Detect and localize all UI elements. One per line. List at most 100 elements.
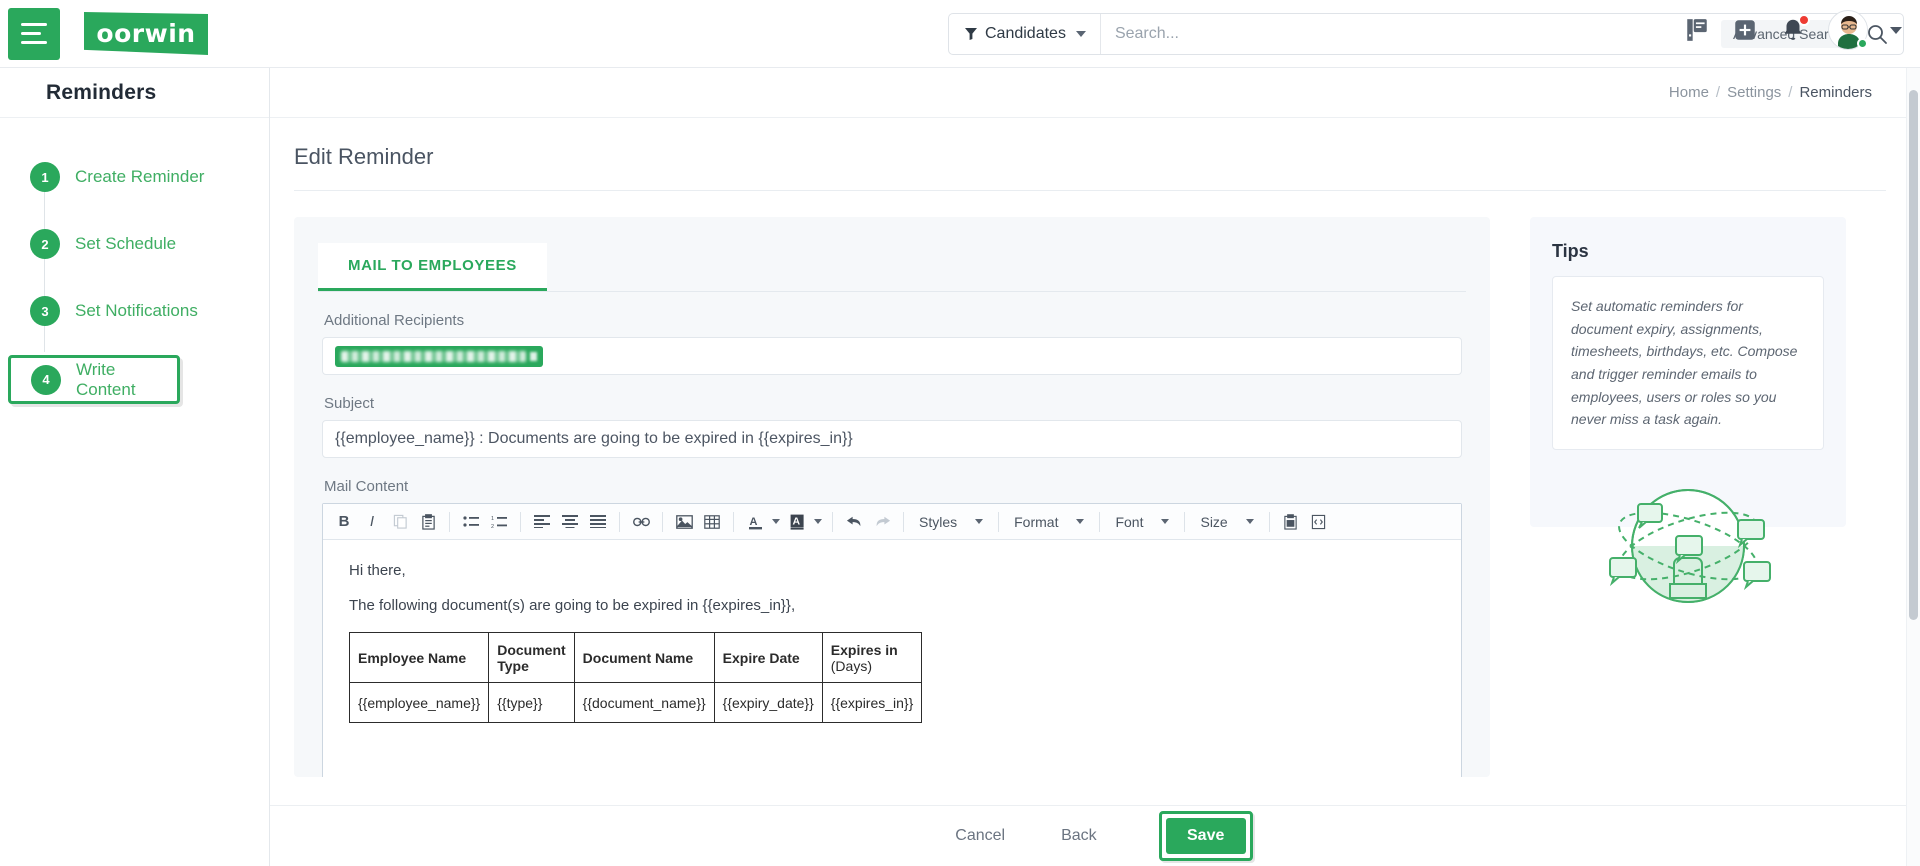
subject-label: Subject	[324, 395, 375, 412]
step-number: 4	[31, 364, 61, 395]
align-center-icon[interactable]	[557, 509, 583, 535]
sidebar-step-set-notifications[interactable]: 3 Set Notifications	[22, 288, 247, 334]
recipient-chip-redacted-text	[341, 350, 526, 362]
toolbar-divider	[832, 511, 833, 532]
oorwin-logo[interactable]: oorwin	[84, 12, 208, 55]
form-footer: Cancel Back Save	[270, 805, 1910, 866]
table-header-row: Employee Name Document Type Document Nam…	[348, 632, 923, 683]
svg-text:2: 2	[491, 524, 494, 529]
save-button-highlight: Save	[1158, 811, 1253, 861]
close-icon[interactable]	[530, 351, 537, 361]
hamburger-menu-icon[interactable]	[8, 7, 60, 60]
bulleted-list-icon[interactable]	[458, 509, 484, 535]
add-icon[interactable]	[1732, 17, 1758, 43]
size-dropdown[interactable]: Size	[1193, 510, 1260, 534]
toolbar-divider	[619, 511, 620, 532]
scrollbar-thumb[interactable]	[1909, 90, 1918, 620]
save-button[interactable]: Save	[1165, 818, 1246, 854]
styles-dropdown[interactable]: Styles	[912, 510, 990, 534]
sidebar-step-create-reminder[interactable]: 1 Create Reminder	[22, 154, 247, 200]
filter-icon	[965, 28, 977, 40]
content-columns: MAIL TO EMPLOYEES Additional Recipients …	[270, 191, 1910, 777]
table-cell: {{expiry_date}}	[713, 682, 823, 723]
sidebar-title: Reminders	[0, 68, 269, 118]
subject-input[interactable]: {{employee_name}} : Documents are going …	[322, 420, 1462, 458]
tips-text: Set automatic reminders for document exp…	[1571, 298, 1798, 428]
tips-box: Set automatic reminders for document exp…	[1552, 276, 1824, 451]
source-code-icon[interactable]	[1306, 509, 1332, 535]
svg-text:A: A	[792, 515, 800, 527]
toolbar-divider	[1268, 511, 1270, 532]
globe-network-illustration	[1552, 476, 1824, 626]
undo-icon[interactable]	[841, 509, 867, 535]
bold-icon[interactable]: B	[331, 509, 357, 535]
chevron-down-icon[interactable]	[770, 509, 782, 535]
search-input[interactable]	[1100, 14, 1721, 54]
link-icon[interactable]	[628, 509, 654, 535]
header-action-icons	[1684, 10, 1902, 50]
numbered-list-icon[interactable]: 12	[486, 509, 512, 535]
step-list: 1 Create Reminder 2 Set Schedule 3 Set N…	[8, 146, 247, 422]
search-entity-label: Candidates	[985, 25, 1066, 42]
align-left-icon[interactable]	[529, 509, 555, 535]
top-header: oorwin Candidates Advanced Search	[0, 0, 1920, 68]
recipient-chip[interactable]	[335, 345, 543, 367]
reminder-form-card: MAIL TO EMPLOYEES Additional Recipients …	[294, 217, 1490, 777]
back-button[interactable]: Back	[1033, 817, 1125, 855]
avatar[interactable]	[1828, 10, 1868, 50]
page-title: Edit Reminder	[294, 144, 434, 169]
text-color-icon[interactable]: A	[742, 509, 768, 535]
redo-icon[interactable]	[869, 509, 895, 535]
copy-icon[interactable]	[387, 509, 413, 535]
font-dropdown-label: Font	[1115, 513, 1144, 530]
breadcrumb: Home / Settings / Reminders	[270, 68, 1910, 118]
font-dropdown[interactable]: Font	[1108, 510, 1176, 534]
mail-content-label: Mail Content	[324, 478, 409, 495]
table-icon[interactable]	[699, 509, 725, 535]
italic-icon[interactable]: I	[359, 509, 385, 535]
table-header-cell: Document Type	[488, 632, 575, 683]
table-cell: {{document_name}}	[573, 682, 715, 723]
paste-icon[interactable]	[415, 509, 441, 535]
chevron-down-icon[interactable]	[812, 509, 824, 535]
sidebar-step-set-schedule[interactable]: 2 Set Schedule	[22, 221, 247, 267]
format-dropdown-label: Format	[1014, 513, 1059, 530]
svg-text:1: 1	[491, 516, 494, 522]
expires-in-text: Expires in	[830, 641, 898, 658]
editor-content-area[interactable]: Hi there, The following document(s) are …	[323, 540, 1461, 777]
table-row: {{employee_name}} {{type}} {{document_na…	[348, 682, 923, 723]
breadcrumb-separator: /	[1715, 84, 1721, 101]
paste-from-word-icon[interactable]	[1278, 509, 1304, 535]
editor-greeting: Hi there,	[349, 562, 406, 579]
toolbar-divider	[449, 511, 450, 532]
background-color-icon[interactable]: A	[784, 509, 810, 535]
chevron-down-icon	[1245, 519, 1254, 524]
app-root: oorwin Candidates Advanced Search	[0, 0, 1920, 866]
rich-text-editor: B I 12 A A Styles Format Font Size Hi th…	[322, 503, 1462, 777]
breadcrumb-settings[interactable]: Settings	[1727, 84, 1781, 101]
toolbar-divider	[733, 511, 734, 532]
breadcrumb-home[interactable]: Home	[1669, 84, 1709, 101]
step-number: 2	[30, 229, 60, 259]
chevron-down-icon	[975, 519, 984, 524]
search-entity-dropdown[interactable]: Candidates	[949, 14, 1101, 54]
tab-mail-to-employees[interactable]: MAIL TO EMPLOYEES	[318, 243, 547, 291]
chevron-down-icon	[1075, 31, 1086, 37]
tips-heading: Tips	[1552, 241, 1589, 261]
step-label: Set Notifications	[75, 301, 198, 320]
image-icon[interactable]	[671, 509, 697, 535]
profile-dropdown-caret[interactable]	[1890, 26, 1902, 34]
sidebar-step-write-content[interactable]: 4 Write Content	[8, 355, 180, 404]
notes-icon[interactable]	[1684, 17, 1710, 43]
format-dropdown[interactable]: Format	[1007, 510, 1091, 534]
table-header-cell: Expire Date	[713, 632, 823, 683]
toolbar-divider	[520, 511, 521, 532]
justify-icon[interactable]	[585, 509, 611, 535]
main-content: Home / Settings / Reminders Edit Reminde…	[270, 68, 1910, 866]
editor-toolbar: B I 12 A A Styles Format Font Size	[323, 504, 1461, 540]
cancel-button[interactable]: Cancel	[927, 817, 1033, 855]
additional-recipients-field[interactable]	[322, 337, 1462, 375]
notifications-bell[interactable]	[1780, 14, 1810, 43]
step-label: Create Reminder	[75, 167, 205, 186]
vertical-scrollbar[interactable]	[1906, 68, 1920, 866]
